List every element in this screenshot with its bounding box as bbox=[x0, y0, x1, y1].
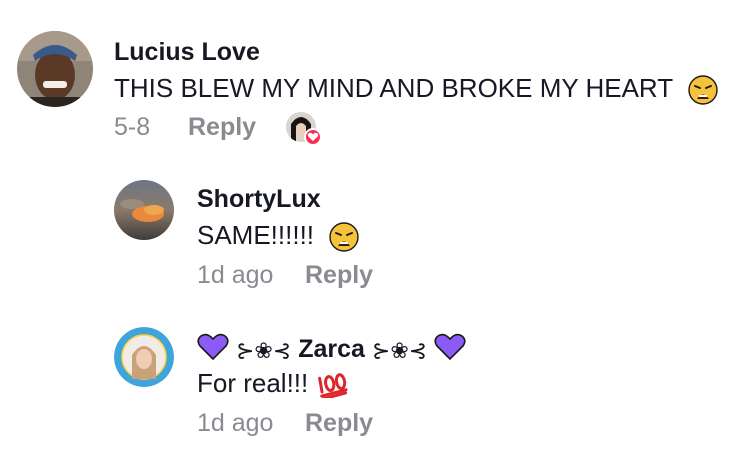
reply-button[interactable]: Reply bbox=[305, 408, 373, 438]
comment-date: 5-8 bbox=[114, 113, 151, 141]
hundred-points-emoji bbox=[317, 372, 349, 399]
comment-date: 1d ago bbox=[197, 409, 274, 437]
comment-text-content: THIS BLEW MY MIND AND BROKE MY HEART bbox=[114, 73, 673, 103]
comment-text-content: SAME!!!!!! bbox=[197, 220, 315, 250]
username-decoration-right: ⊱❀⊰ bbox=[371, 337, 428, 363]
purple-heart-icon bbox=[434, 333, 466, 368]
reply-button[interactable]: Reply bbox=[305, 260, 373, 290]
weary-face-emoji bbox=[688, 75, 718, 105]
comment-text: For real!!! bbox=[197, 367, 349, 399]
username[interactable]: ShortyLux bbox=[197, 184, 321, 214]
username[interactable]: ⊱❀⊰ Zarca ⊱❀⊰ bbox=[197, 333, 466, 368]
purple-heart-icon bbox=[197, 333, 229, 368]
avatar[interactable] bbox=[114, 180, 174, 240]
username-text: Zarca bbox=[298, 335, 365, 364]
comment-date: 1d ago bbox=[197, 261, 274, 289]
username-decoration-left: ⊱❀⊰ bbox=[235, 337, 292, 363]
avatar[interactable] bbox=[114, 327, 174, 387]
username[interactable]: Lucius Love bbox=[114, 37, 260, 67]
comment-text: THIS BLEW MY MIND AND BROKE MY HEART bbox=[114, 72, 718, 105]
reply-button[interactable]: Reply bbox=[188, 112, 256, 142]
avatar[interactable] bbox=[17, 31, 93, 107]
heart-icon bbox=[304, 128, 322, 146]
comment-text: SAME!!!!!! bbox=[197, 219, 359, 252]
weary-face-emoji bbox=[329, 222, 359, 252]
creator-liked-badge bbox=[286, 112, 322, 146]
comment-text-content: For real!!! bbox=[197, 368, 309, 398]
